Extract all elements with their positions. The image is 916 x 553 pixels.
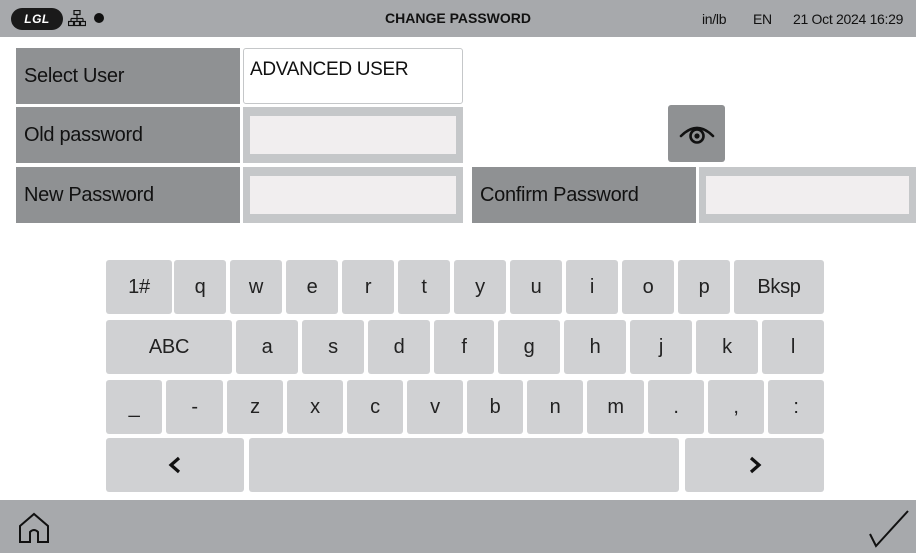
key-comma[interactable]: , [708,380,764,434]
key-symbols[interactable]: 1# [106,260,172,314]
key-space[interactable] [249,438,679,492]
show-password-button[interactable] [668,105,725,162]
key-period[interactable]: . [648,380,704,434]
eye-icon [679,126,714,144]
units-indicator: in/lb [702,11,727,27]
key-hyphen[interactable]: - [166,380,223,434]
key-backspace[interactable]: Bksp [734,260,824,314]
key-j[interactable]: j [630,320,692,374]
key-i[interactable]: i [566,260,618,314]
key-underscore[interactable]: _ [106,380,162,434]
key-l[interactable]: l [762,320,824,374]
page-title: CHANGE PASSWORD [385,10,531,26]
key-w[interactable]: w [230,260,282,314]
key-t[interactable]: t [398,260,450,314]
chevron-right-icon [749,456,761,474]
key-n[interactable]: n [527,380,583,434]
datetime-display: 21 Oct 2024 16:29 [793,11,904,27]
confirm-password-input[interactable] [706,176,909,214]
bottom-bar [0,500,916,553]
key-p[interactable]: p [678,260,730,314]
key-x[interactable]: x [287,380,343,434]
key-c[interactable]: c [347,380,403,434]
confirm-password-label: Confirm Password [472,167,696,223]
key-r[interactable]: r [342,260,394,314]
old-password-field[interactable] [243,107,463,163]
key-o[interactable]: o [622,260,674,314]
select-user-label: Select User [16,48,240,104]
status-bar: LGL CHANGE PASSWORD in/lb EN 21 Oct 2024… [0,0,916,37]
key-y[interactable]: y [454,260,506,314]
key-left-arrow[interactable] [106,438,244,492]
home-icon[interactable] [17,511,51,545]
key-f[interactable]: f [434,320,494,374]
language-indicator: EN [753,11,772,27]
old-password-label: Old password [16,107,240,163]
key-b[interactable]: b [467,380,523,434]
new-password-field[interactable] [243,167,463,223]
old-password-input[interactable] [250,116,456,154]
checkmark-icon[interactable] [867,508,911,550]
key-h[interactable]: h [564,320,626,374]
key-g[interactable]: g [498,320,560,374]
new-password-input[interactable] [250,176,456,214]
key-s[interactable]: s [302,320,364,374]
chevron-left-icon [168,456,181,474]
key-v[interactable]: v [407,380,463,434]
key-d[interactable]: d [368,320,430,374]
key-q[interactable]: q [174,260,226,314]
key-k[interactable]: k [696,320,758,374]
key-abc[interactable]: ABC [106,320,232,374]
key-right-arrow[interactable] [685,438,824,492]
select-user-field[interactable]: ADVANCED USER [243,48,463,104]
key-z[interactable]: z [227,380,283,434]
new-password-label: New Password [16,167,240,223]
key-a[interactable]: a [236,320,298,374]
key-e[interactable]: e [286,260,338,314]
key-m[interactable]: m [587,380,644,434]
confirm-password-field[interactable] [699,167,916,223]
key-u[interactable]: u [510,260,562,314]
key-colon[interactable]: : [768,380,824,434]
